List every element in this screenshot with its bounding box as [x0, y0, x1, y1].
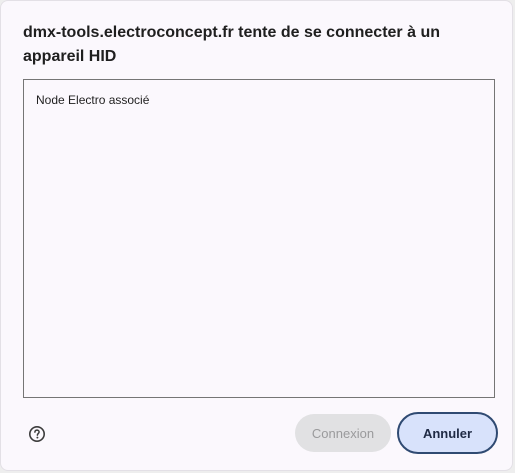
hid-permission-dialog: dmx-tools.electroconcept.fr tente de se … — [0, 0, 513, 471]
question-circle-icon — [29, 426, 45, 442]
device-list[interactable]: Node Electro associé — [23, 79, 495, 398]
help-icon[interactable] — [28, 425, 46, 443]
device-list-item[interactable]: Node Electro associé — [36, 93, 149, 107]
connect-button[interactable]: Connexion — [295, 414, 391, 452]
cancel-button[interactable]: Annuler — [397, 412, 498, 454]
dialog-title: dmx-tools.electroconcept.fr tente de se … — [23, 24, 440, 65]
